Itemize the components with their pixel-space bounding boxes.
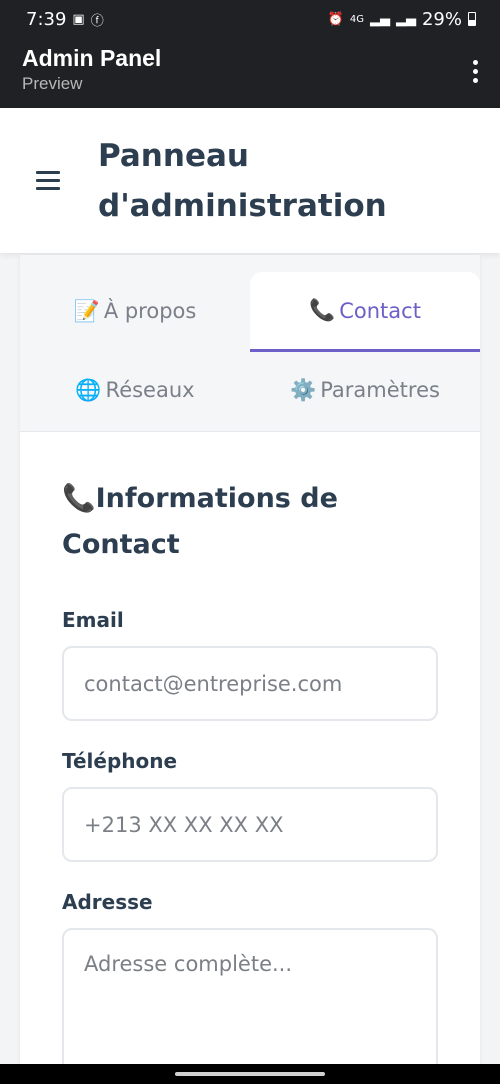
tab-settings[interactable]: ⚙️ Paramètres bbox=[250, 355, 480, 425]
phone-input[interactable] bbox=[62, 787, 438, 862]
page-title: Panneau d'administration bbox=[98, 137, 387, 224]
home-gesture-handle[interactable] bbox=[175, 1072, 325, 1076]
tab-bar: 📝 À propos 📞 Contact 🌐 Réseaux ⚙️ Paramè… bbox=[20, 255, 480, 432]
settings-card: 📝 À propos 📞 Contact 🌐 Réseaux ⚙️ Paramè… bbox=[20, 255, 480, 1084]
tab-label: Réseaux bbox=[105, 378, 195, 402]
more-options-icon[interactable] bbox=[472, 60, 478, 83]
tab-about[interactable]: 📝 À propos bbox=[20, 273, 250, 349]
battery-icon bbox=[468, 12, 476, 26]
status-right: ⏰ 4G ▂▄ ▂▄ 29% bbox=[328, 9, 476, 30]
status-left: 7:39 ▣ ⓕ bbox=[26, 9, 104, 30]
phone-icon: 📞 bbox=[62, 483, 96, 514]
app-subtitle: Preview bbox=[22, 74, 83, 93]
gallery-icon: ▣ bbox=[72, 11, 85, 27]
status-time: 7:39 bbox=[26, 8, 67, 30]
menu-icon[interactable] bbox=[36, 171, 60, 190]
email-label: Email bbox=[62, 608, 124, 632]
system-nav-bar bbox=[0, 1064, 500, 1084]
facebook-icon: ⓕ bbox=[90, 13, 104, 29]
app-title: Admin Panel bbox=[22, 45, 162, 71]
memo-icon: 📝 bbox=[73, 298, 100, 323]
page-header: Panneau d'administration bbox=[0, 108, 500, 253]
email-input[interactable] bbox=[62, 646, 438, 721]
section-title: 📞Informations de Contact bbox=[62, 476, 438, 568]
signal-icon: ▂▄ bbox=[395, 11, 416, 27]
battery-percent: 29% bbox=[421, 8, 462, 30]
alarm-icon: ⏰ bbox=[327, 11, 344, 27]
section-title-text: Informations de Contact bbox=[62, 483, 338, 560]
status-bar: 7:39 ▣ ⓕ ⏰ 4G ▂▄ ▂▄ 29% bbox=[0, 0, 500, 38]
app-bar: Admin Panel Preview bbox=[0, 38, 500, 108]
gear-icon: ⚙️ bbox=[290, 377, 317, 402]
contact-form: 📞Informations de Contact Email Téléphone… bbox=[20, 476, 480, 1078]
phone-icon: 📞 bbox=[309, 298, 336, 322]
phone-label: Téléphone bbox=[62, 749, 178, 773]
4g-icon: 4G bbox=[349, 13, 364, 25]
tab-label: Contact bbox=[339, 298, 421, 323]
signal-icon: ▂▄ bbox=[369, 11, 390, 27]
globe-icon: 🌐 bbox=[75, 377, 102, 402]
address-textarea[interactable] bbox=[62, 928, 438, 1078]
tab-networks[interactable]: 🌐 Réseaux bbox=[20, 355, 250, 425]
tab-contact[interactable]: 📞 Contact bbox=[250, 272, 480, 352]
tab-label: À propos bbox=[103, 299, 197, 323]
address-label: Adresse bbox=[62, 890, 153, 914]
tab-label: Paramètres bbox=[320, 378, 440, 402]
